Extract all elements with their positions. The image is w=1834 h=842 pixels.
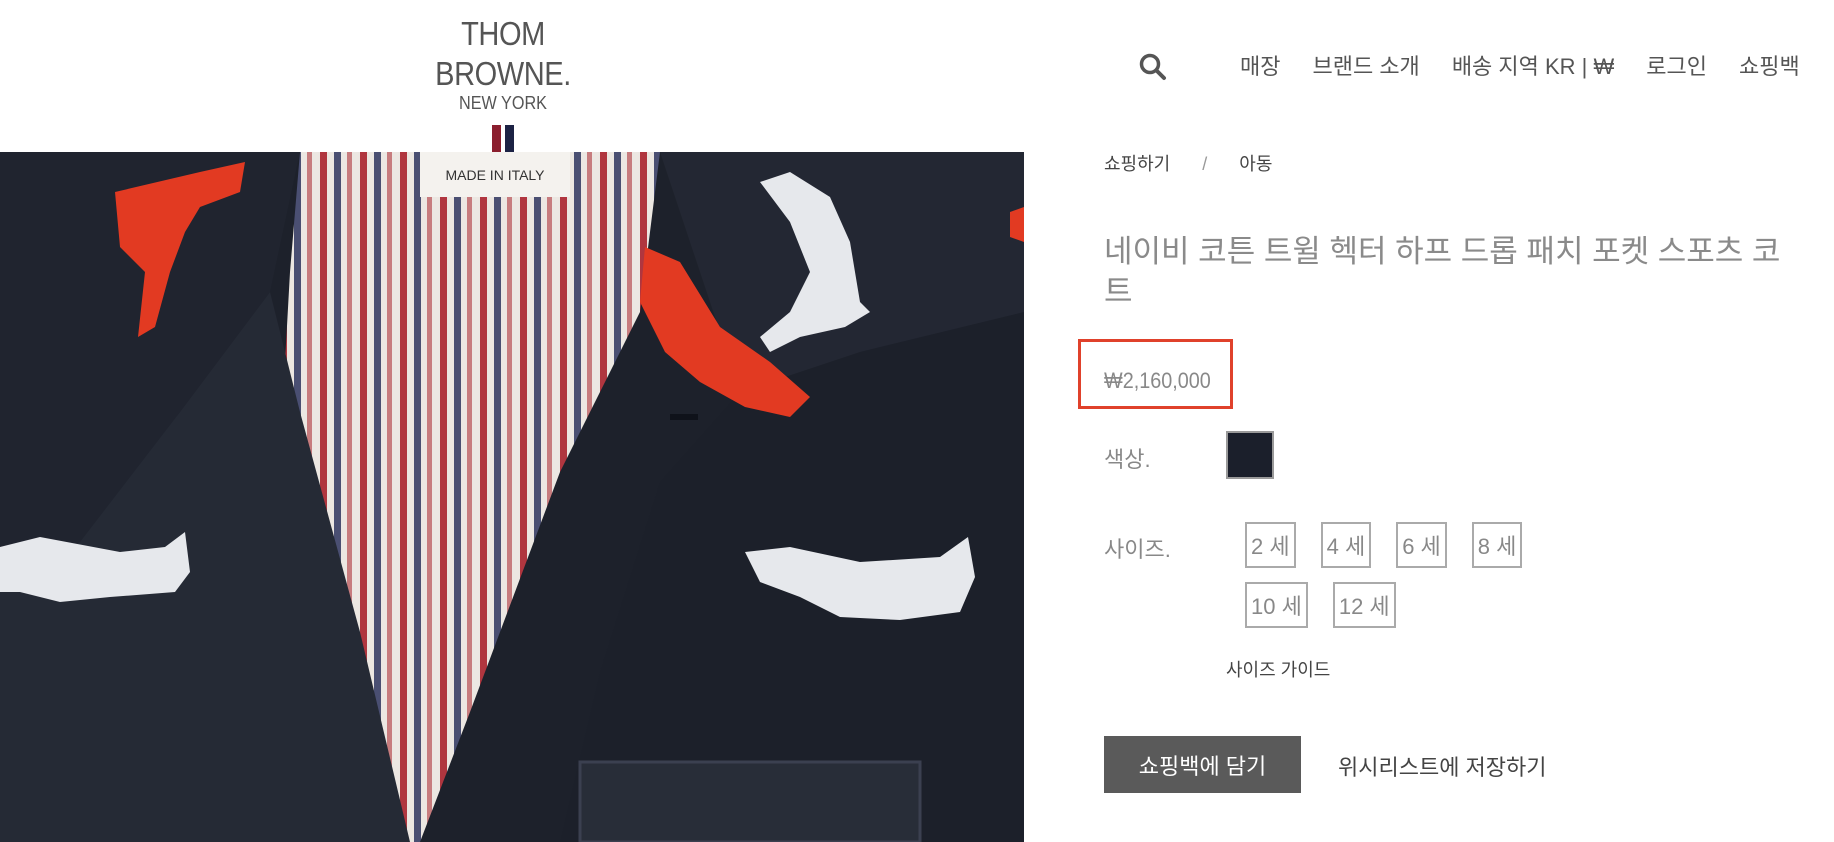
breadcrumb-shop[interactable]: 쇼핑하기 <box>1104 152 1170 176</box>
size-guide-link[interactable]: 사이즈 가이드 <box>1226 656 1330 682</box>
flag-red-stripe <box>492 125 501 153</box>
save-to-wishlist-link[interactable]: 위시리스트에 저장하기 <box>1338 750 1547 782</box>
brand-logo[interactable]: THOM BROWNE. NEW YORK <box>388 14 618 153</box>
size-option-8[interactable]: 8 세 <box>1471 522 1523 568</box>
breadcrumb-separator: / <box>1202 154 1208 174</box>
product-image[interactable]: MADE IN ITALY <box>0 152 1024 842</box>
product-title: 네이비 코튼 트윌 헥터 하프 드롭 패치 포켓 스포츠 코트 <box>1104 234 1781 309</box>
size-option-10[interactable]: 10 세 <box>1245 582 1308 628</box>
product-price: ₩2,160,000 <box>1104 368 1211 393</box>
brand-flag <box>388 125 618 153</box>
size-option-2[interactable]: 2 세 <box>1245 522 1296 568</box>
search-icon[interactable] <box>1138 52 1168 82</box>
add-to-bag-button[interactable]: 쇼핑백에 담기 <box>1104 736 1301 793</box>
color-label: 색상. <box>1104 447 1151 472</box>
size-label: 사이즈. <box>1104 537 1171 562</box>
size-options: 2 세 4 세 6 세 8 세 10 세 12 세 <box>1245 522 1545 628</box>
size-option-6[interactable]: 6 세 <box>1396 522 1447 568</box>
nav-shipping-region[interactable]: 배송 지역 KR | ₩ <box>1452 49 1614 81</box>
nav-shopping-bag[interactable]: 쇼핑백 <box>1739 49 1800 81</box>
breadcrumb: 쇼핑하기 / 아동 <box>1104 152 1272 176</box>
size-option-4[interactable]: 4 세 <box>1320 522 1372 568</box>
nav-about-brand[interactable]: 브랜드 소개 <box>1312 49 1419 81</box>
size-option-12[interactable]: 12 세 <box>1332 582 1396 628</box>
breadcrumb-category[interactable]: 아동 <box>1239 152 1272 176</box>
made-in-italy-label: MADE IN ITALY <box>445 167 545 183</box>
brand-city: NEW YORK <box>459 93 547 113</box>
site-header: THOM BROWNE. NEW YORK 매장 브랜드 소개 배송 지역 KR… <box>0 0 1834 153</box>
nav-login[interactable]: 로그인 <box>1646 49 1707 81</box>
brand-name: THOM BROWNE. <box>435 15 571 92</box>
flag-navy-stripe <box>505 125 514 153</box>
color-swatch-navy[interactable] <box>1226 431 1274 479</box>
nav-stores[interactable]: 매장 <box>1240 49 1280 81</box>
main-nav: 매장 브랜드 소개 배송 지역 KR | ₩ 로그인 쇼핑백 <box>1240 49 1800 81</box>
